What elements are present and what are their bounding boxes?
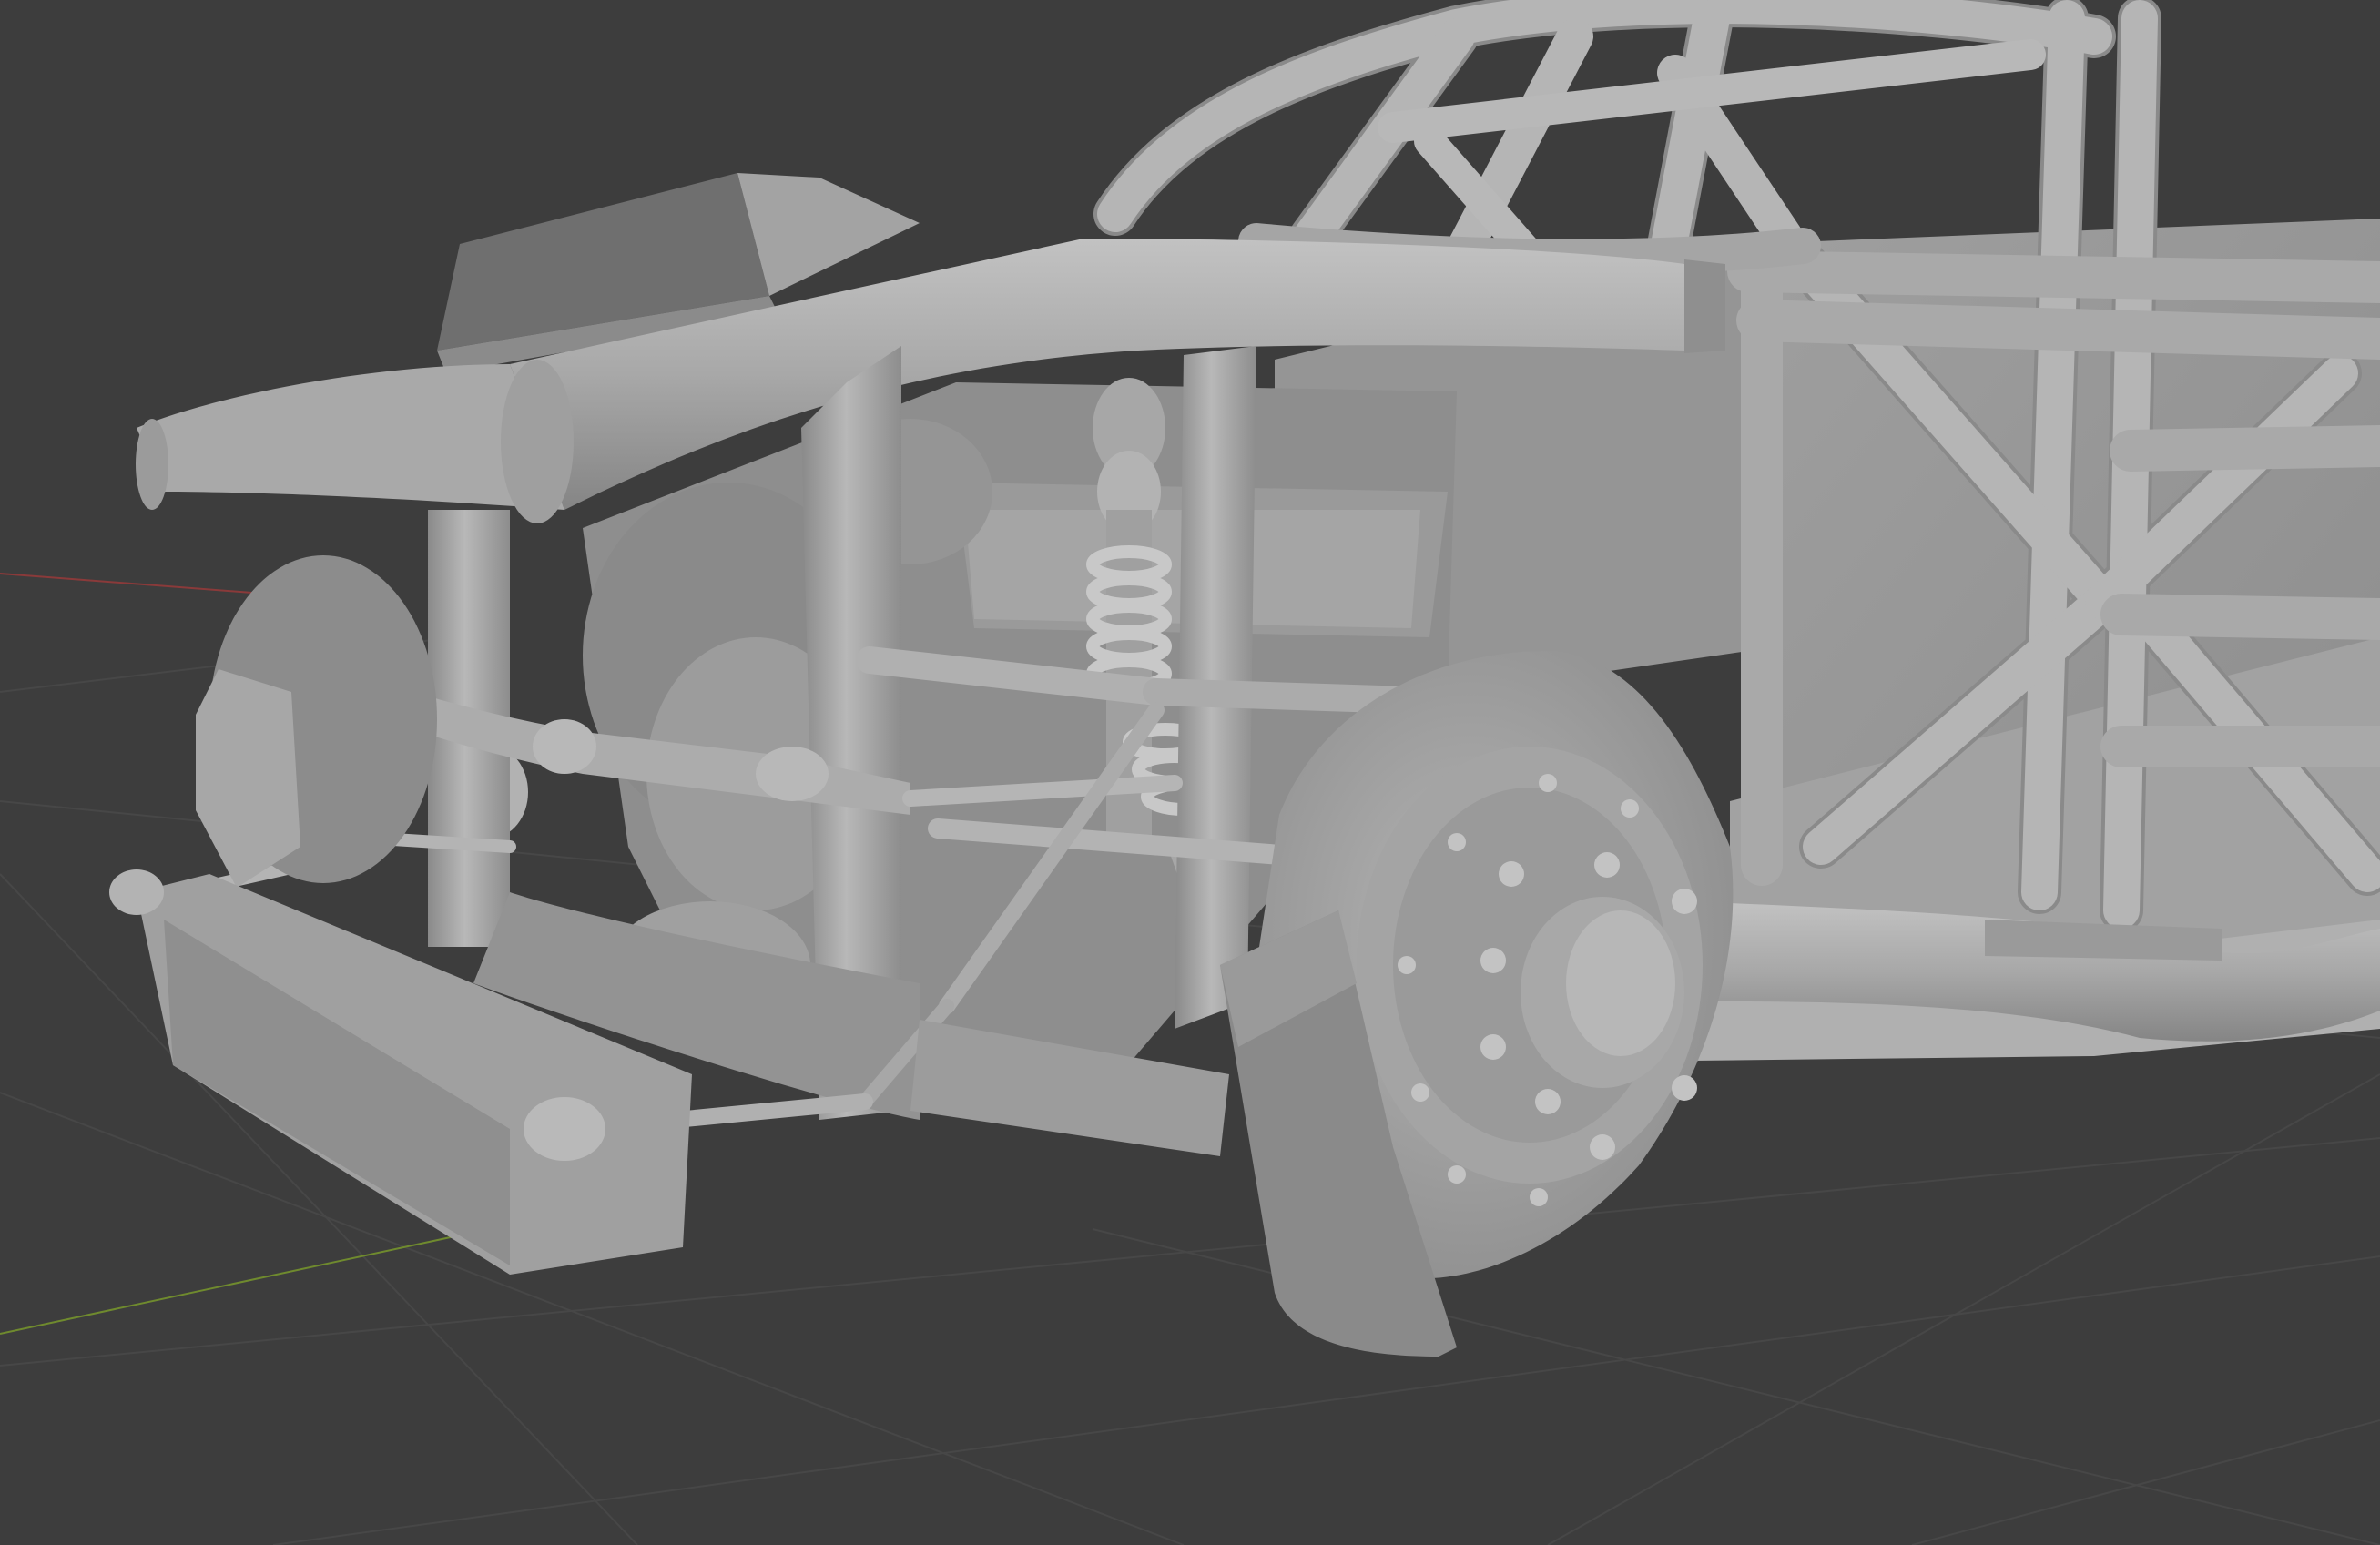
scene-geometry	[109, 0, 2380, 1357]
left-brake-rotor	[196, 555, 437, 888]
3d-viewport[interactable]	[0, 0, 2380, 1545]
